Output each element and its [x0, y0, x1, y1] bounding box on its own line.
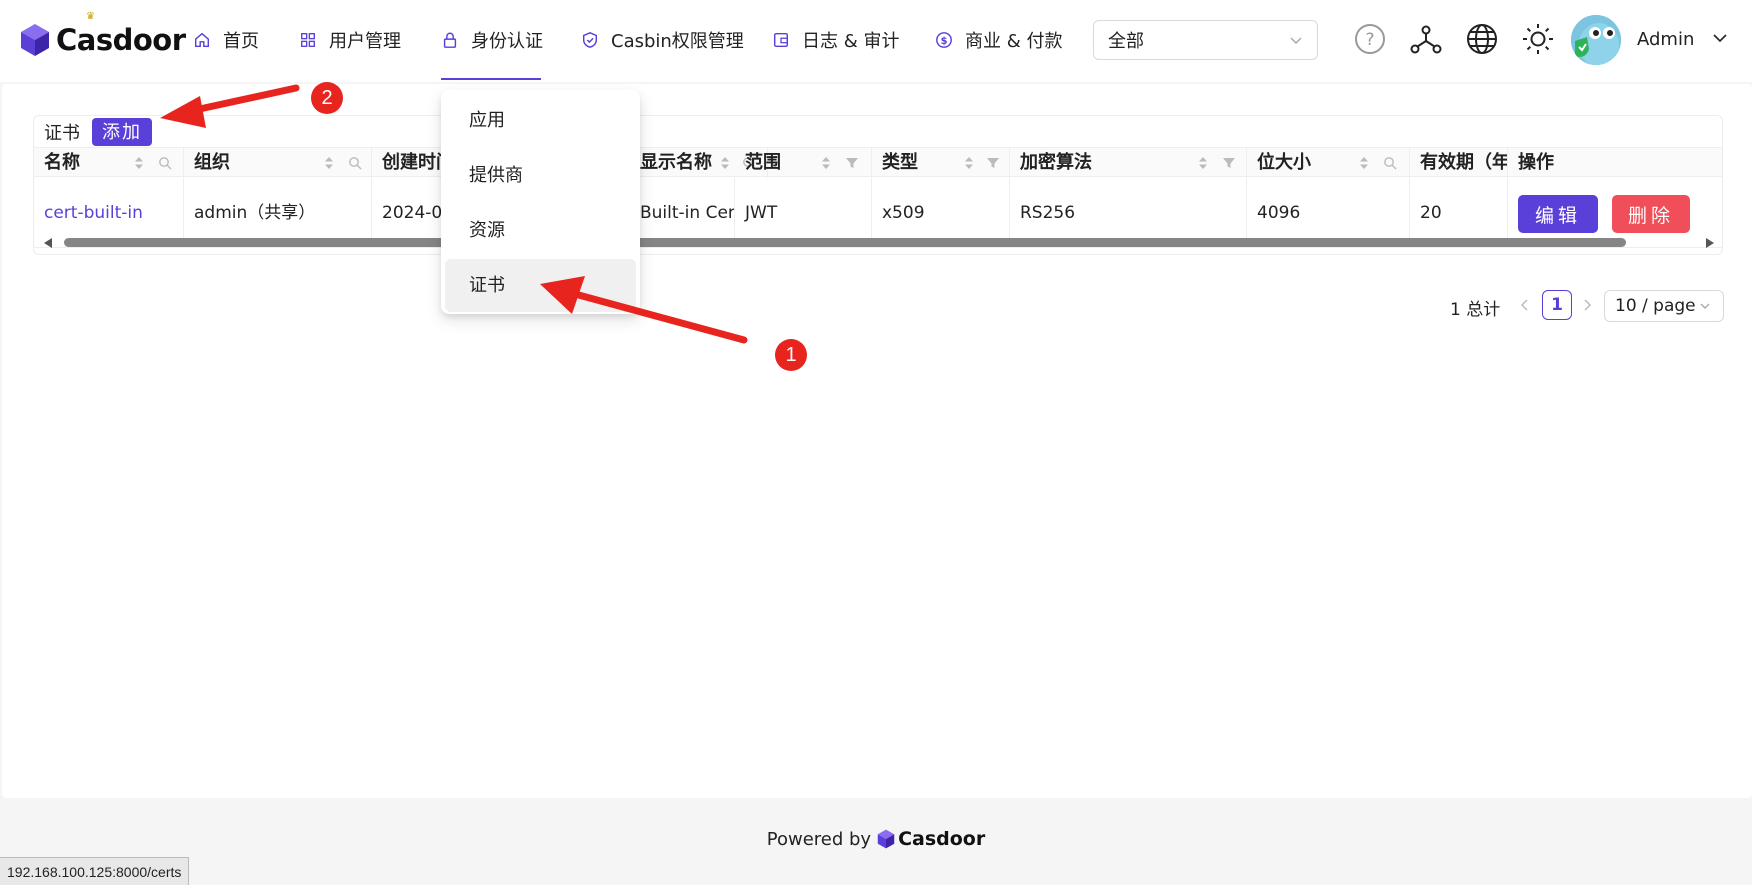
sun-icon[interactable] [1521, 22, 1555, 56]
organization-select[interactable]: 全部 [1093, 20, 1318, 60]
table-title-bar: 证书 添加 [44, 118, 152, 146]
nav-identity-auth[interactable]: 身份认证 [441, 0, 543, 80]
table-header: 名称 组织 创建时间 显示名称 范围 类型 加密算法 位大小 有效期（ 操作 [34, 147, 1722, 178]
globe-icon[interactable] [1465, 22, 1499, 56]
page-size-value: 10 / page [1615, 296, 1696, 316]
main-content: 证书 添加 名称 组织 创建时间 显示名称 范围 类型 加密算法 位大小 有效期… [2, 84, 1752, 798]
search-icon[interactable] [1383, 156, 1397, 170]
scroll-right-arrow-icon[interactable] [1706, 238, 1714, 248]
filter-icon[interactable] [1222, 156, 1236, 170]
app-name: Casdoor [56, 23, 186, 57]
nav-logs-audit[interactable]: 日志 & 审计 [772, 0, 899, 80]
column-header-bit-size[interactable]: 位大小 [1247, 148, 1410, 178]
crown-icon: ♛ [86, 11, 95, 22]
column-header-label: 位大小 [1257, 152, 1311, 173]
sort-icon[interactable] [1198, 156, 1208, 170]
nav-identity-auth-label: 身份认证 [471, 31, 543, 52]
menu-item-certs[interactable]: 证书 [445, 259, 636, 312]
pagination-total: 1 总计 [1450, 300, 1501, 320]
footer-logo[interactable]: Casdoor [877, 828, 985, 850]
horizontal-scrollbar[interactable] [34, 235, 1722, 251]
column-header-label: 类型 [882, 152, 918, 173]
user-name[interactable]: Admin [1637, 29, 1694, 50]
casdoor-cube-icon [877, 829, 895, 849]
gopher-avatar-icon [1571, 15, 1621, 65]
column-header-label: 操作 [1518, 152, 1554, 173]
footer-brand: Casdoor [898, 828, 986, 850]
nav-business-label: 商业 & 付款 [965, 31, 1063, 52]
scroll-left-arrow-icon[interactable] [44, 238, 52, 248]
sort-icon[interactable] [964, 156, 974, 170]
nav-active-indicator [441, 78, 541, 80]
column-header-label: 加密算法 [1020, 152, 1092, 173]
search-icon[interactable] [348, 156, 362, 170]
nav-business-payment[interactable]: $ 商业 & 付款 [935, 0, 1062, 80]
menu-item-resources[interactable]: 资源 [445, 204, 636, 257]
filter-icon[interactable] [845, 156, 859, 170]
page-size-select[interactable]: 10 / page [1604, 290, 1724, 322]
nav-logs-label: 日志 & 审计 [802, 31, 900, 52]
menu-item-applications[interactable]: 应用 [445, 94, 636, 147]
chevron-down-icon [1700, 303, 1710, 309]
nav-casbin-label: Casbin权限管理 [611, 31, 744, 52]
column-header-actions: 操作 [1508, 148, 1722, 178]
nav-home[interactable]: 首页 [193, 0, 259, 80]
column-header-label: 范围 [745, 152, 781, 173]
svg-text:?: ? [1365, 30, 1374, 50]
column-header-label: 名称 [44, 152, 80, 173]
column-header-scope[interactable]: 范围 [735, 148, 872, 178]
certs-table: 证书 添加 名称 组织 创建时间 显示名称 范围 类型 加密算法 位大小 有效期… [33, 115, 1723, 255]
nav-casbin-permissions[interactable]: Casbin权限管理 [581, 0, 744, 80]
column-header-label: 有效期（年） [1420, 152, 1507, 173]
edit-button[interactable]: 编辑 [1518, 195, 1598, 233]
column-header-type[interactable]: 类型 [872, 148, 1010, 178]
nav-user-management[interactable]: 用户管理 [299, 0, 401, 80]
svg-text:$: $ [941, 36, 948, 47]
chevron-right-icon[interactable] [1580, 298, 1594, 312]
pagination-page-1[interactable]: 1 [1542, 290, 1572, 320]
annotation-badge-2: 2 [311, 82, 343, 114]
chevron-down-icon[interactable] [1712, 30, 1728, 46]
table-title: 证书 [44, 123, 80, 144]
top-header: Casdoor ♛ 首页 用户管理 身份认证 Casbin权限管理 日志 & 审… [0, 0, 1752, 82]
lock-icon [443, 32, 457, 48]
search-icon[interactable] [158, 156, 172, 170]
shield-icon [582, 32, 598, 48]
chevron-down-icon [1290, 37, 1302, 45]
status-bar-url: 192.168.100.125:8000/certs [0, 857, 190, 885]
home-icon [194, 32, 210, 48]
column-header-label: 组织 [194, 152, 230, 173]
casdoor-cube-icon [21, 24, 49, 56]
column-header-organization[interactable]: 组织 [184, 148, 372, 178]
footer: Powered by Casdoor [0, 828, 1752, 850]
sort-icon[interactable] [821, 156, 831, 170]
sort-icon[interactable] [134, 156, 144, 170]
column-header-name[interactable]: 名称 [34, 148, 184, 178]
chevron-left-icon[interactable] [1518, 298, 1532, 312]
sort-icon[interactable] [720, 156, 730, 170]
user-avatar[interactable] [1571, 15, 1621, 65]
column-header-label: 显示名称 [640, 152, 712, 173]
scrollbar-thumb[interactable] [64, 238, 1626, 247]
nav-user-management-label: 用户管理 [329, 31, 401, 52]
casdoor-logo[interactable]: Casdoor ♛ [20, 11, 186, 60]
identity-auth-dropdown: 应用 提供商 资源 证书 [441, 90, 640, 314]
dollar-icon: $ [936, 32, 952, 48]
apps-icon [301, 33, 315, 47]
delete-button[interactable]: 删除 [1612, 195, 1690, 233]
footer-powered-by: Powered by [766, 828, 872, 850]
column-header-crypto-algorithm[interactable]: 加密算法 [1010, 148, 1247, 178]
menu-item-providers[interactable]: 提供商 [445, 149, 636, 202]
annotation-badge-1: 1 [775, 339, 807, 371]
sort-icon[interactable] [1359, 156, 1369, 170]
filter-icon[interactable] [986, 156, 1000, 170]
column-header-expire-years[interactable]: 有效期（年） [1410, 148, 1508, 178]
sort-icon[interactable] [324, 156, 334, 170]
help-icon[interactable]: ? [1353, 22, 1387, 56]
add-button[interactable]: 添加 [92, 118, 152, 146]
nav-home-label: 首页 [223, 31, 259, 52]
organization-select-value: 全部 [1108, 31, 1144, 52]
wallet-icon [773, 32, 789, 48]
network-icon[interactable] [1409, 22, 1443, 56]
